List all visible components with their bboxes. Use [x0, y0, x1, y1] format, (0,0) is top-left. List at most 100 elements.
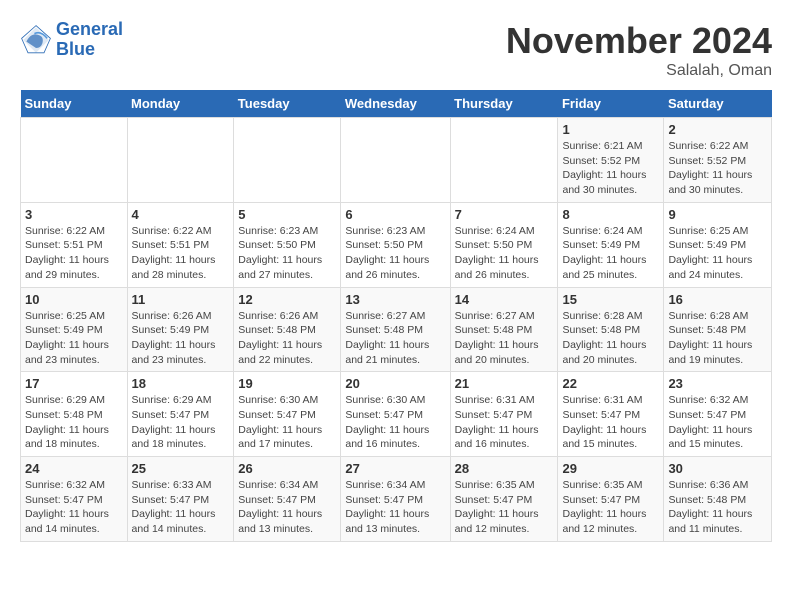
day-cell: 5Sunrise: 6:23 AM Sunset: 5:50 PM Daylig… [234, 202, 341, 287]
header-saturday: Saturday [664, 90, 772, 118]
day-cell: 27 Sunrise: 6:34 AM Sunset: 5:47 PM Dayli… [341, 457, 450, 542]
day-number: 9 [668, 207, 767, 222]
day-cell [341, 118, 450, 203]
day-info: Sunrise: 6:31 AM Sunset: 5:47 PM Dayligh… [455, 393, 554, 452]
day-info: Sunrise: 6:23 AM Sunset: 5:50 PM Dayligh… [345, 224, 445, 283]
day-info: Sunrise: 6:27 AM Sunset: 5:48 PM Dayligh… [345, 309, 445, 368]
day-number: 19 [238, 376, 336, 391]
day-cell: 13 Sunrise: 6:27 AM Sunset: 5:48 PM Dayli… [341, 287, 450, 372]
day-number: 25 [132, 461, 230, 476]
day-cell: 22 Sunrise: 6:31 AM Sunset: 5:47 PM Dayli… [558, 372, 664, 457]
day-info: Sunrise: 6:33 AM Sunset: 5:47 PM Dayligh… [132, 478, 230, 537]
month-title: November 2024 [506, 20, 772, 62]
day-number: 2 [668, 122, 767, 137]
day-cell: 28Sunrise: 6:35 AM Sunset: 5:47 PM Dayli… [450, 457, 558, 542]
header-friday: Friday [558, 90, 664, 118]
day-number: 15 [562, 292, 659, 307]
day-number: 3 [25, 207, 123, 222]
day-number: 11 [132, 292, 230, 307]
week-row-1: 3 Sunrise: 6:22 AM Sunset: 5:51 PM Daylig… [21, 202, 772, 287]
day-info: Sunrise: 6:28 AM Sunset: 5:48 PM Dayligh… [562, 309, 659, 368]
day-number: 23 [668, 376, 767, 391]
day-number: 5 [238, 207, 336, 222]
day-number: 27 [345, 461, 445, 476]
calendar-header: SundayMondayTuesdayWednesdayThursdayFrid… [21, 90, 772, 118]
day-cell [127, 118, 234, 203]
day-info: Sunrise: 6:26 AM Sunset: 5:48 PM Dayligh… [238, 309, 336, 368]
day-number: 1 [562, 122, 659, 137]
day-info: Sunrise: 6:21 AM Sunset: 5:52 PM Dayligh… [562, 139, 659, 198]
day-cell: 26Sunrise: 6:34 AM Sunset: 5:47 PM Dayli… [234, 457, 341, 542]
day-info: Sunrise: 6:34 AM Sunset: 5:47 PM Dayligh… [345, 478, 445, 537]
week-row-3: 17 Sunrise: 6:29 AM Sunset: 5:48 PM Dayli… [21, 372, 772, 457]
day-info: Sunrise: 6:35 AM Sunset: 5:47 PM Dayligh… [562, 478, 659, 537]
day-number: 22 [562, 376, 659, 391]
day-info: Sunrise: 6:32 AM Sunset: 5:47 PM Dayligh… [25, 478, 123, 537]
day-info: Sunrise: 6:22 AM Sunset: 5:51 PM Dayligh… [25, 224, 123, 283]
day-info: Sunrise: 6:22 AM Sunset: 5:52 PM Dayligh… [668, 139, 767, 198]
header-row: SundayMondayTuesdayWednesdayThursdayFrid… [21, 90, 772, 118]
day-cell: 3 Sunrise: 6:22 AM Sunset: 5:51 PM Daylig… [21, 202, 128, 287]
day-info: Sunrise: 6:25 AM Sunset: 5:49 PM Dayligh… [668, 224, 767, 283]
header-monday: Monday [127, 90, 234, 118]
day-info: Sunrise: 6:28 AM Sunset: 5:48 PM Dayligh… [668, 309, 767, 368]
day-info: Sunrise: 6:32 AM Sunset: 5:47 PM Dayligh… [668, 393, 767, 452]
day-cell: 16Sunrise: 6:28 AM Sunset: 5:48 PM Dayli… [664, 287, 772, 372]
day-number: 21 [455, 376, 554, 391]
day-cell: 9 Sunrise: 6:25 AM Sunset: 5:49 PM Daylig… [664, 202, 772, 287]
day-cell: 17 Sunrise: 6:29 AM Sunset: 5:48 PM Dayli… [21, 372, 128, 457]
day-cell: 25 Sunrise: 6:33 AM Sunset: 5:47 PM Dayli… [127, 457, 234, 542]
day-cell [21, 118, 128, 203]
header-thursday: Thursday [450, 90, 558, 118]
day-info: Sunrise: 6:31 AM Sunset: 5:47 PM Dayligh… [562, 393, 659, 452]
day-cell: 2 Sunrise: 6:22 AM Sunset: 5:52 PM Daylig… [664, 118, 772, 203]
logo-text: General Blue [56, 20, 123, 60]
day-number: 4 [132, 207, 230, 222]
day-info: Sunrise: 6:26 AM Sunset: 5:49 PM Dayligh… [132, 309, 230, 368]
day-cell: 4 Sunrise: 6:22 AM Sunset: 5:51 PM Daylig… [127, 202, 234, 287]
day-cell [234, 118, 341, 203]
location: Salalah, Oman [506, 62, 772, 80]
calendar-table: SundayMondayTuesdayWednesdayThursdayFrid… [20, 90, 772, 542]
day-cell: 15 Sunrise: 6:28 AM Sunset: 5:48 PM Dayli… [558, 287, 664, 372]
day-number: 20 [345, 376, 445, 391]
day-info: Sunrise: 6:36 AM Sunset: 5:48 PM Dayligh… [668, 478, 767, 537]
day-cell: 19 Sunrise: 6:30 AM Sunset: 5:47 PM Dayli… [234, 372, 341, 457]
day-cell: 14 Sunrise: 6:27 AM Sunset: 5:48 PM Dayli… [450, 287, 558, 372]
header-sunday: Sunday [21, 90, 128, 118]
day-info: Sunrise: 6:27 AM Sunset: 5:48 PM Dayligh… [455, 309, 554, 368]
day-info: Sunrise: 6:22 AM Sunset: 5:51 PM Dayligh… [132, 224, 230, 283]
day-info: Sunrise: 6:30 AM Sunset: 5:47 PM Dayligh… [238, 393, 336, 452]
day-number: 8 [562, 207, 659, 222]
day-info: Sunrise: 6:29 AM Sunset: 5:48 PM Dayligh… [25, 393, 123, 452]
day-cell: 23 Sunrise: 6:32 AM Sunset: 5:47 PM Dayli… [664, 372, 772, 457]
day-info: Sunrise: 6:30 AM Sunset: 5:47 PM Dayligh… [345, 393, 445, 452]
day-cell: 18Sunrise: 6:29 AM Sunset: 5:47 PM Dayli… [127, 372, 234, 457]
day-cell: 7Sunrise: 6:24 AM Sunset: 5:50 PM Daylig… [450, 202, 558, 287]
day-cell: 8Sunrise: 6:24 AM Sunset: 5:49 PM Daylig… [558, 202, 664, 287]
day-info: Sunrise: 6:35 AM Sunset: 5:47 PM Dayligh… [455, 478, 554, 537]
day-info: Sunrise: 6:34 AM Sunset: 5:47 PM Dayligh… [238, 478, 336, 537]
day-cell: 11 Sunrise: 6:26 AM Sunset: 5:49 PM Dayli… [127, 287, 234, 372]
day-number: 14 [455, 292, 554, 307]
header-wednesday: Wednesday [341, 90, 450, 118]
logo: General Blue [20, 20, 123, 60]
day-info: Sunrise: 6:25 AM Sunset: 5:49 PM Dayligh… [25, 309, 123, 368]
title-block: November 2024 Salalah, Oman [506, 20, 772, 80]
day-number: 17 [25, 376, 123, 391]
day-cell: 20 Sunrise: 6:30 AM Sunset: 5:47 PM Dayli… [341, 372, 450, 457]
day-number: 30 [668, 461, 767, 476]
day-number: 24 [25, 461, 123, 476]
day-cell: 12 Sunrise: 6:26 AM Sunset: 5:48 PM Dayli… [234, 287, 341, 372]
day-cell: 21 Sunrise: 6:31 AM Sunset: 5:47 PM Dayli… [450, 372, 558, 457]
page-header: General Blue November 2024 Salalah, Oman [20, 20, 772, 80]
day-cell: 6Sunrise: 6:23 AM Sunset: 5:50 PM Daylig… [341, 202, 450, 287]
week-row-0: 1 Sunrise: 6:21 AM Sunset: 5:52 PM Daylig… [21, 118, 772, 203]
week-row-2: 10Sunrise: 6:25 AM Sunset: 5:49 PM Dayli… [21, 287, 772, 372]
logo-icon [20, 24, 52, 56]
day-cell: 1 Sunrise: 6:21 AM Sunset: 5:52 PM Daylig… [558, 118, 664, 203]
day-number: 12 [238, 292, 336, 307]
week-row-4: 24 Sunrise: 6:32 AM Sunset: 5:47 PM Dayli… [21, 457, 772, 542]
calendar-body: 1 Sunrise: 6:21 AM Sunset: 5:52 PM Daylig… [21, 118, 772, 542]
day-number: 13 [345, 292, 445, 307]
